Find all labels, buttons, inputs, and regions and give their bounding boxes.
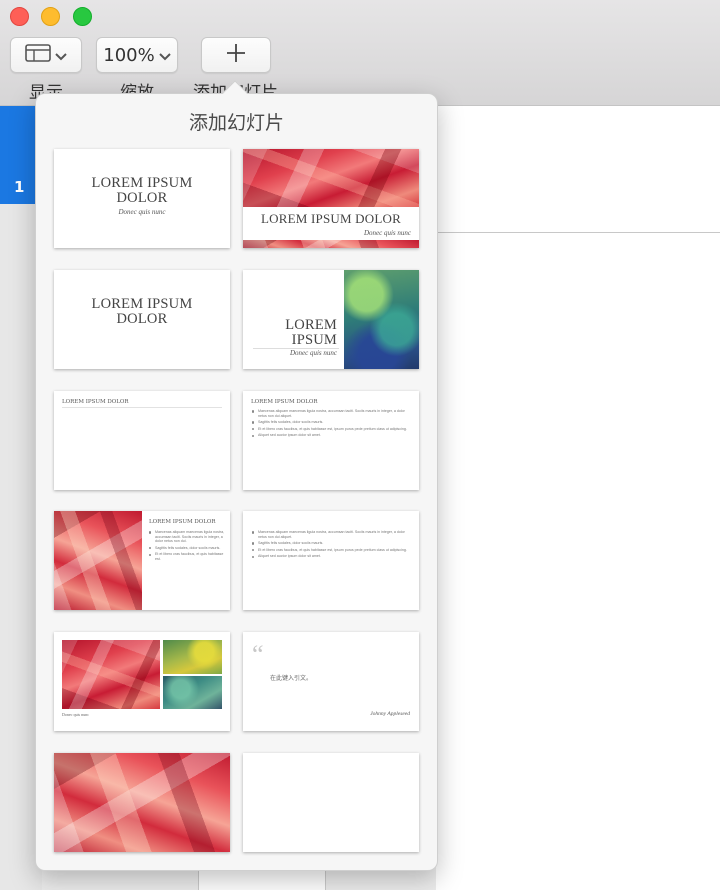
bullet-list: Maecenas aliquam maecenas ligula nostra,…	[252, 530, 410, 561]
chevron-down-icon	[55, 46, 67, 65]
layout-photo	[54, 511, 142, 610]
layout-subtitle: Donec quis nunc	[289, 349, 337, 357]
zoom-menu-button[interactable]: 100%	[96, 37, 178, 73]
bullet-item: Maecenas aliquam maecenas ligula nostra,…	[252, 530, 410, 539]
layout-divider	[62, 407, 222, 408]
bullet-item: Sagittis felis sodales, dolor sociis mau…	[252, 541, 410, 546]
layout-title: LOREM IPSUM DOLOR	[149, 519, 216, 525]
quote-text: 在此键入引文。	[270, 675, 313, 682]
bullet-item: Aliquet sed auctor ipsum dolor sit amet.	[252, 554, 410, 559]
bullet-item: Maecenas aliquam maecenas ligula nostra,…	[149, 530, 225, 544]
layout-caption: Donec quis nunc	[62, 712, 89, 717]
bullet-item: Et et libero cras faucibus, et quis habi…	[252, 548, 410, 553]
plus-icon	[225, 42, 247, 68]
layout-photo-full[interactable]	[54, 753, 230, 852]
layout-photo-strip	[243, 240, 419, 248]
layout-photo-bottom-right	[163, 676, 222, 709]
layout-subtitle: Donec quis nunc	[363, 229, 411, 237]
bullet-item: Maecenas aliquam maecenas ligula nostra,…	[252, 409, 410, 418]
view-menu-button[interactable]	[10, 37, 82, 73]
layout-title: LOREM IPSUM DOLOR	[91, 175, 193, 206]
layout-photo	[243, 149, 419, 207]
add-slide-button[interactable]	[201, 37, 271, 73]
layout-photo-top-right	[163, 640, 222, 674]
layout-title-top[interactable]: LOREM IPSUM DOLOR	[54, 391, 230, 490]
minimize-window-button[interactable]	[41, 7, 60, 26]
slide-number: 1	[14, 178, 25, 196]
layout-photo-right[interactable]: LOREM IPSUM Donec quis nunc	[243, 270, 419, 369]
zoom-window-button[interactable]	[73, 7, 92, 26]
chevron-down-icon	[159, 45, 171, 66]
bullet-item: Sagittis felis sodales, dolor sociis mau…	[252, 420, 410, 425]
layout-photo-main	[62, 640, 160, 709]
bullet-list: Maecenas aliquam maecenas ligula nostra,…	[149, 530, 225, 564]
layout-title: LOREM IPSUM DOLOR	[62, 399, 129, 405]
layout-title: LOREM IPSUM	[285, 317, 337, 348]
quote-attribution: Johnny Appleseed	[370, 711, 410, 717]
bullet-item: Et et libero cras faucibus, et quis habi…	[252, 427, 410, 432]
layout-title: LOREM IPSUM DOLOR	[261, 211, 401, 226]
close-window-button[interactable]	[10, 7, 29, 26]
layout-photo-three[interactable]: Donec quis nunc	[54, 632, 230, 731]
layout-title-only[interactable]: LOREM IPSUM DOLOR	[54, 270, 230, 369]
layout-title: LOREM IPSUM DOLOR	[251, 399, 318, 405]
bullet-item: Et et libero cras faucibus, et quis habi…	[149, 552, 225, 561]
layout-photo	[54, 753, 230, 852]
layout-bullets-only[interactable]: Maecenas aliquam maecenas ligula nostra,…	[243, 511, 419, 610]
zoom-value: 100%	[103, 44, 155, 66]
sidebar-view-icon	[25, 44, 51, 66]
canvas-divider	[436, 232, 720, 233]
layout-title: LOREM IPSUM DOLOR	[91, 296, 193, 327]
layout-title-bullets[interactable]: LOREM IPSUM DOLOR Maecenas aliquam maece…	[243, 391, 419, 490]
layout-photo-title-bottom[interactable]: LOREM IPSUM DOLOR Donec quis nunc	[243, 149, 419, 248]
quote-mark-icon: “	[252, 640, 264, 669]
layout-quote[interactable]: “ 在此键入引文。 Johnny Appleseed	[243, 632, 419, 731]
bullet-item: Sagittis felis sodales, dolor sociis mau…	[149, 546, 225, 551]
layout-title-center[interactable]: LOREM IPSUM DOLOR Donec quis nunc	[54, 149, 230, 248]
bullet-list: Maecenas aliquam maecenas ligula nostra,…	[252, 409, 410, 440]
layout-photo	[344, 270, 419, 369]
layout-photo-bullets[interactable]: LOREM IPSUM DOLOR Maecenas aliquam maece…	[54, 511, 230, 610]
layout-subtitle: Donec quis nunc	[118, 208, 166, 216]
popover-title: 添加幻灯片	[188, 112, 284, 134]
bullet-item: Aliquet sed auctor ipsum dolor sit amet.	[252, 433, 410, 438]
slide-canvas[interactable]	[436, 106, 720, 890]
canvas-bottom-strip	[198, 870, 326, 890]
layout-blank[interactable]	[243, 753, 419, 852]
